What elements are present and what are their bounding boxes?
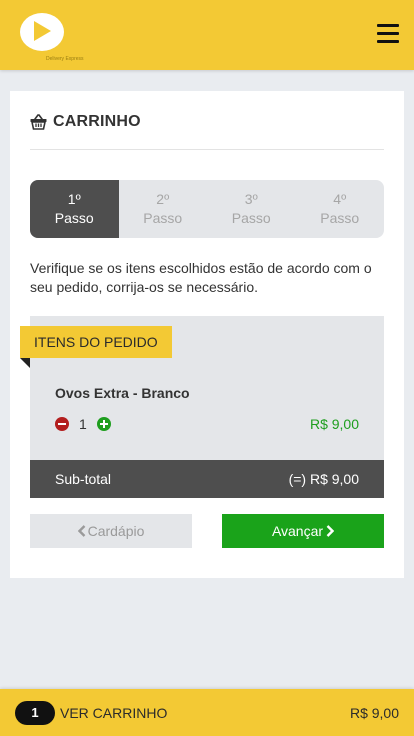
step-3[interactable]: 3º Passo (207, 180, 296, 238)
back-to-menu-button[interactable]: Cardápio (30, 514, 192, 548)
decrease-quantity-button[interactable] (55, 417, 69, 431)
instructions-text: Verifique se os itens escolhidos estão d… (30, 260, 372, 295)
step-number: 4º (333, 191, 347, 207)
step-label: Passo (320, 210, 360, 226)
product-name: Ovos Extra - Branco (55, 385, 190, 401)
chevron-right-icon (326, 525, 335, 537)
step-4[interactable]: 4º Passo (296, 180, 385, 238)
step-number: 1º (67, 191, 81, 207)
step-1[interactable]: 1º Passo (30, 180, 119, 238)
step-indicator: 1º Passo 2º Passo 3º Passo 4º Passo (30, 180, 384, 238)
item-price: R$ 9,00 (309, 416, 359, 432)
step-label: Passo (231, 210, 271, 226)
play-logo-icon (34, 21, 51, 41)
cart-card: CARRINHO 1º Passo 2º Passo 3º Passo 4º P… (10, 91, 404, 578)
view-cart-label: VER CARRINHO (60, 705, 168, 721)
view-cart-bar[interactable]: 1 VER CARRINHO R$ 9,00 (0, 689, 414, 736)
order-section-label: ITENS DO PEDIDO (20, 326, 172, 358)
quantity-value: 1 (79, 416, 87, 432)
chevron-left-icon (77, 525, 85, 537)
basket-icon (30, 114, 47, 130)
ribbon-fold (20, 358, 30, 368)
step-2[interactable]: 2º Passo (119, 180, 208, 238)
order-items-panel: ITENS DO PEDIDO Ovos Extra - Branco 1 R$… (20, 316, 384, 498)
subtotal-bar: Sub-total (=) R$ 9,00 (30, 460, 384, 498)
back-button-label: Cardápio (87, 523, 145, 539)
advance-button[interactable]: Avançar (222, 514, 384, 548)
logo-caption: Delivery Express (46, 56, 84, 62)
subtotal-label: Sub-total (55, 471, 112, 487)
step-number: 2º (156, 191, 170, 207)
increase-quantity-button[interactable] (97, 417, 111, 431)
page-title: CARRINHO (53, 113, 141, 130)
cart-count-badge: 1 (15, 701, 55, 725)
hamburger-menu-icon[interactable] (377, 24, 399, 44)
step-number: 3º (244, 191, 258, 207)
cart-header: CARRINHO (30, 113, 384, 150)
top-bar: Delivery Express (0, 0, 414, 70)
step-label: Passo (143, 210, 183, 226)
step-label: Passo (54, 210, 94, 226)
cart-total: R$ 9,00 (349, 705, 399, 721)
subtotal-value: (=) R$ 9,00 (288, 471, 359, 487)
quantity-row: 1 R$ 9,00 (55, 416, 359, 432)
advance-button-label: Avançar (271, 523, 324, 539)
logo[interactable]: Delivery Express (20, 13, 84, 62)
